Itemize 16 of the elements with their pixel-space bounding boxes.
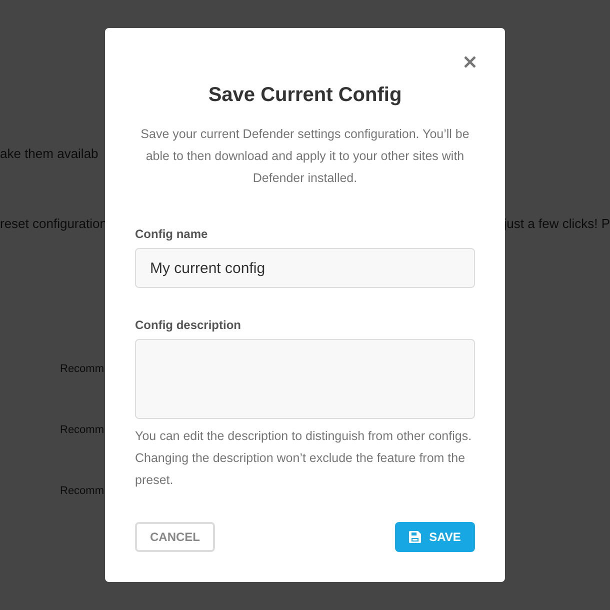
name-field[interactable]: My current config [135,248,475,288]
field-label: Config name [135,227,209,241]
background-text: ake them availab [0,146,98,163]
background-row-label: Recomm [60,424,104,436]
dialog-title: Save Current Config [207,84,403,107]
field-label: Config description [135,318,242,332]
background-row-label: Recomm [60,485,104,497]
cancel-button[interactable]: CANCEL [135,522,215,552]
background-text: reset configuration [0,216,107,233]
background-row-label: Recomm [60,363,104,375]
close-button[interactable] [462,54,478,70]
dialog-description: Save your current Defender settings configuration. You’ll be able to then download and apply it to your other sites with Defender installed. [140,126,470,187]
help-text: You can edit the description to distinguish from other configs. Changing the description won’t exclude the feature from the preset. [135,428,473,489]
description-field[interactable] [135,339,475,419]
save-button[interactable]: SAVE [395,522,475,552]
close-icon [462,54,478,70]
